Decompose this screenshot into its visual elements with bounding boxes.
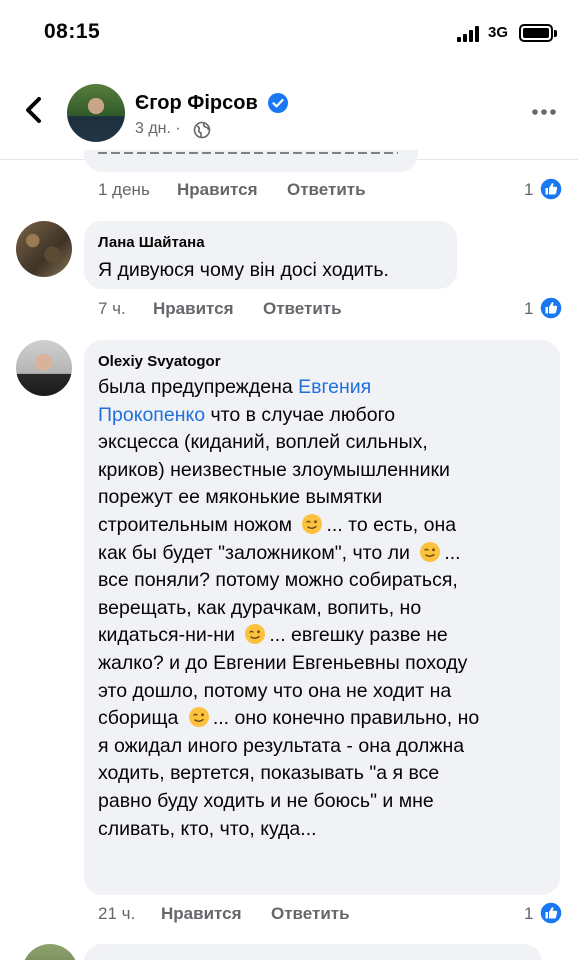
- comment-bubble-clipped: [84, 150, 418, 172]
- comment-line: кидаться-ни-ни ... евгешку разве не: [98, 624, 448, 647]
- comment-line: это дошло, потому что она не ходит на: [98, 679, 452, 702]
- status-bar: 08:15 3G: [0, 0, 578, 68]
- reply-button[interactable]: Ответить: [287, 180, 366, 200]
- status-time: 08:15: [44, 20, 101, 43]
- comment-line: строительным ножом ... то есть, она: [98, 513, 457, 536]
- comment-line: Прокопенко что в случае любого: [98, 403, 396, 426]
- avatar[interactable]: [16, 340, 72, 396]
- comment-line: сборища ... оно конечно правильно, но: [98, 707, 480, 730]
- mention-link[interactable]: Прокопенко: [98, 404, 205, 426]
- avatar[interactable]: [22, 944, 78, 960]
- reply-button[interactable]: Ответить: [263, 299, 342, 319]
- comment-text: была предупреждена Евгения Прокопенко чт…: [98, 374, 550, 843]
- network-type: 3G: [488, 24, 509, 41]
- like-reaction-icon[interactable]: [539, 901, 563, 925]
- winking-face-icon: [420, 541, 441, 562]
- mention-link[interactable]: Евгения: [298, 376, 371, 398]
- comment-line: все поняли? потому можно собираться,: [98, 569, 458, 592]
- comment-author[interactable]: Лана Шайтана: [98, 234, 205, 251]
- author-name[interactable]: Єгор Фірсов: [135, 92, 258, 115]
- comment-line: была предупреждена Евгения: [98, 376, 372, 398]
- battery-tip: [554, 30, 557, 37]
- post-header: Єгор Фірсов 3 дн. ·: [0, 68, 578, 160]
- comment-time: 1 день: [98, 180, 150, 199]
- like-button[interactable]: Нравится: [177, 180, 258, 200]
- comment-text: Я дивуюся чому він досі ходить.: [98, 259, 389, 281]
- comment-time: 7 ч.: [98, 299, 126, 318]
- verified-badge-icon: [268, 93, 288, 113]
- comment-time: 21 ч.: [98, 904, 136, 923]
- post-meta: 3 дн. ·: [135, 120, 181, 137]
- comment-line: порежут ее мяконькие вымятки: [98, 486, 383, 509]
- battery-icon: [519, 24, 553, 42]
- winking-face-icon: [302, 513, 323, 534]
- like-button[interactable]: Нравится: [161, 904, 242, 924]
- comment-line: эксцесса (киданий, воплей сильных,: [98, 431, 428, 454]
- comment-line: равно буду ходить и не боюсь" и мне: [98, 789, 434, 812]
- comment-author[interactable]: Olexiy Svyatogor: [98, 353, 221, 370]
- reaction-count: 1: [524, 904, 534, 923]
- comment-line: как бы будет "заложником", что ли ...: [98, 541, 461, 564]
- comment-line: я ожидал иного результата - она должна: [98, 734, 465, 757]
- like-button[interactable]: Нравится: [153, 299, 234, 319]
- comment-line: криков) неизвестные злоумышленники: [98, 458, 450, 481]
- winking-face-icon: [245, 624, 266, 645]
- author-avatar[interactable]: [67, 84, 125, 142]
- comment-line: ходить, вертется, показывать "а я все: [98, 762, 440, 785]
- comment-line: верещать, как дурачкам, вопить, но: [98, 596, 422, 619]
- comment-line: сливать, кто, что, куда...: [98, 817, 317, 840]
- winking-face-icon: [188, 707, 209, 728]
- cellular-signal-icon: [457, 26, 483, 42]
- reaction-count: 1: [524, 299, 534, 318]
- chevron-left-icon[interactable]: [20, 94, 48, 126]
- like-reaction-icon[interactable]: [539, 296, 563, 320]
- like-reaction-icon[interactable]: [539, 177, 563, 201]
- avatar[interactable]: [16, 221, 72, 277]
- globe-icon: [193, 121, 211, 139]
- reply-button[interactable]: Ответить: [271, 904, 350, 924]
- comment-line: жалко? и до Евгении Евгеньевны походу: [98, 651, 468, 674]
- reaction-count: 1: [524, 180, 534, 199]
- more-horizontal-icon[interactable]: [531, 108, 557, 116]
- comment-bubble: Olexiy Svyatogor была предупреждена Евге…: [84, 340, 560, 895]
- comment-bubble-clipped: [84, 944, 542, 960]
- comment-bubble: Лана Шайтана Я дивуюся чому він досі ход…: [84, 221, 457, 289]
